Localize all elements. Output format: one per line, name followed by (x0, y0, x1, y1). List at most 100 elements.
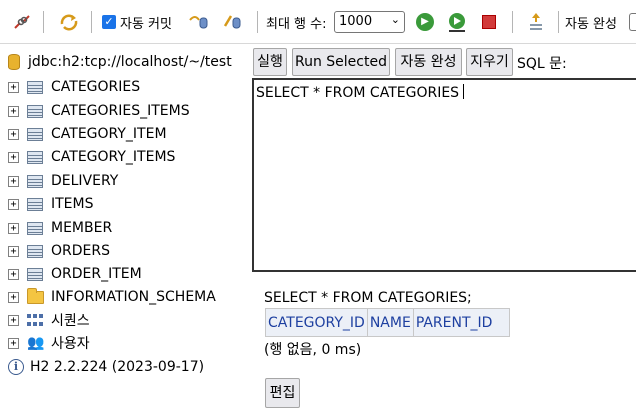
tree-table-label: DELIVERY (51, 173, 119, 189)
column-header: PARENT_ID (412, 308, 510, 337)
maxrows-select-wrap: 1000 ⌄ (334, 10, 405, 34)
tree-users-label: 사용자 (51, 336, 90, 352)
edit-button[interactable]: 편집 (265, 378, 300, 408)
expand-icon[interactable]: + (8, 268, 19, 280)
autocommit-toggle[interactable]: ✓ 자동 커밋 (102, 10, 172, 34)
expand-icon[interactable]: + (8, 245, 19, 257)
tree-users-row[interactable]: + 👥 사용자 (8, 333, 90, 353)
refresh-icon[interactable] (58, 10, 80, 34)
sql-editor[interactable]: SELECT * FROM CATEGORIES (252, 78, 636, 272)
run-icon[interactable]: ▶ (416, 10, 434, 34)
tree-table-label: ORDER_ITEM (51, 266, 142, 282)
table-icon (27, 127, 43, 141)
run-selected-button[interactable]: Run Selected (292, 48, 390, 76)
tree-table-label: CATEGORY_ITEM (51, 126, 167, 142)
tree-version-row: i H2 2.2.224 (2023-09-17) (8, 357, 204, 377)
disconnect-icon[interactable] (12, 10, 32, 34)
autocommit-checkbox[interactable]: ✓ (102, 15, 116, 29)
result-status: (행 없음, 0 ms) (264, 342, 362, 358)
clear-button[interactable]: 지우기 (466, 48, 513, 76)
toolbar-separator (558, 11, 559, 33)
result-query: SELECT * FROM CATEGORIES; (264, 290, 472, 306)
tree-table-row[interactable]: + ITEMS (8, 194, 94, 214)
version-label: H2 2.2.224 (2023-09-17) (30, 359, 205, 375)
users-icon: 👥 (27, 335, 45, 351)
database-icon (8, 54, 20, 70)
rollback-icon[interactable] (187, 10, 209, 34)
table-icon (27, 267, 43, 281)
table-icon (27, 104, 43, 118)
sequence-icon (27, 313, 43, 327)
expand-icon[interactable]: + (8, 337, 19, 349)
expand-icon[interactable]: + (8, 151, 19, 163)
tree-table-row[interactable]: + ORDERS (8, 241, 110, 261)
table-icon (27, 244, 43, 258)
autocomplete-label: 자동 완성 (565, 16, 617, 32)
maxrows-label: 최대 행 수: (266, 16, 327, 32)
tree-table-label: ORDERS (51, 243, 110, 259)
chevron-down-icon: ⌄ (390, 13, 400, 26)
run-line-icon (449, 13, 465, 32)
toolbar-separator (43, 11, 44, 33)
tree-table-row[interactable]: + MEMBER (8, 218, 112, 238)
toolbar-separator (257, 11, 258, 33)
expand-icon[interactable]: + (8, 291, 19, 303)
result-header-row: CATEGORY_ID NAME PARENT_ID (265, 308, 510, 337)
expand-icon[interactable]: + (8, 175, 19, 187)
table-icon (27, 80, 43, 94)
toolbar: ✓ 자동 커밋 최대 행 수: 1000 ⌄ ▶ 자동 완성 (0, 0, 636, 44)
tree-sequences-label: 시퀀스 (51, 313, 90, 329)
play-icon: ▶ (416, 13, 434, 31)
schema-tree: jdbc:h2:tcp://localhost/~/test + CATEGOR… (0, 44, 250, 416)
expand-icon[interactable]: + (8, 105, 19, 117)
run-selected-icon[interactable] (446, 10, 468, 34)
stop-icon[interactable] (482, 10, 496, 34)
expand-icon[interactable]: + (8, 198, 19, 210)
autocomplete-select-edge (629, 13, 636, 31)
tree-table-row[interactable]: + DELIVERY (8, 171, 118, 191)
toolbar-separator (512, 11, 513, 33)
autocommit-label: 자동 커밋 (120, 16, 172, 32)
stop-square-icon (482, 15, 496, 29)
tree-table-label: MEMBER (51, 220, 113, 236)
expand-icon[interactable]: + (8, 222, 19, 234)
tree-table-label: CATEGORIES (51, 79, 141, 95)
maxrows-group: 최대 행 수: (266, 10, 327, 34)
expand-icon[interactable]: + (8, 314, 19, 326)
connection-label: jdbc:h2:tcp://localhost/~/test (28, 54, 232, 70)
tree-table-row[interactable]: + CATEGORIES_ITEMS (8, 101, 190, 121)
tree-table-row[interactable]: + CATEGORY_ITEMS (8, 147, 175, 167)
tree-table-row[interactable]: + CATEGORY_ITEM (8, 124, 167, 144)
tree-schema-row[interactable]: + INFORMATION_SCHEMA (8, 287, 216, 307)
table-icon (27, 221, 43, 235)
tree-table-row[interactable]: + CATEGORIES (8, 77, 140, 97)
autocomplete-select[interactable] (629, 10, 636, 34)
result-pane: SELECT * FROM CATEGORIES; CATEGORY_ID NA… (252, 272, 636, 416)
maxrows-select[interactable]: 1000 ⌄ (334, 11, 405, 33)
maxrows-value: 1000 (339, 14, 373, 29)
table-icon (27, 197, 43, 211)
tree-table-label: ITEMS (51, 196, 94, 212)
autocomplete-button[interactable]: 자동 완성 (395, 48, 462, 76)
expand-icon[interactable]: + (8, 128, 19, 140)
tree-table-row[interactable]: + ORDER_ITEM (8, 264, 142, 284)
column-header: CATEGORY_ID (265, 308, 368, 337)
autocomplete-group: 자동 완성 (565, 10, 617, 34)
table-icon (27, 150, 43, 164)
commit-icon[interactable] (221, 10, 243, 34)
text-cursor (463, 84, 465, 99)
sql-editor-text: SELECT * FROM CATEGORIES (256, 85, 460, 101)
tree-table-label: CATEGORY_ITEMS (51, 149, 176, 165)
column-header: NAME (366, 308, 414, 337)
sql-statement-label: SQL 문: (517, 56, 567, 72)
toolbar-separator (91, 11, 92, 33)
tree-sequences-row[interactable]: + 시퀀스 (8, 310, 90, 330)
history-icon[interactable] (527, 10, 545, 34)
expand-icon[interactable]: + (8, 81, 19, 93)
tree-schema-label: INFORMATION_SCHEMA (51, 289, 216, 305)
tree-connection[interactable]: jdbc:h2:tcp://localhost/~/test (8, 52, 232, 72)
info-icon: i (8, 359, 24, 375)
run-button[interactable]: 실행 (253, 48, 287, 76)
table-icon (27, 174, 43, 188)
folder-icon (27, 287, 44, 304)
